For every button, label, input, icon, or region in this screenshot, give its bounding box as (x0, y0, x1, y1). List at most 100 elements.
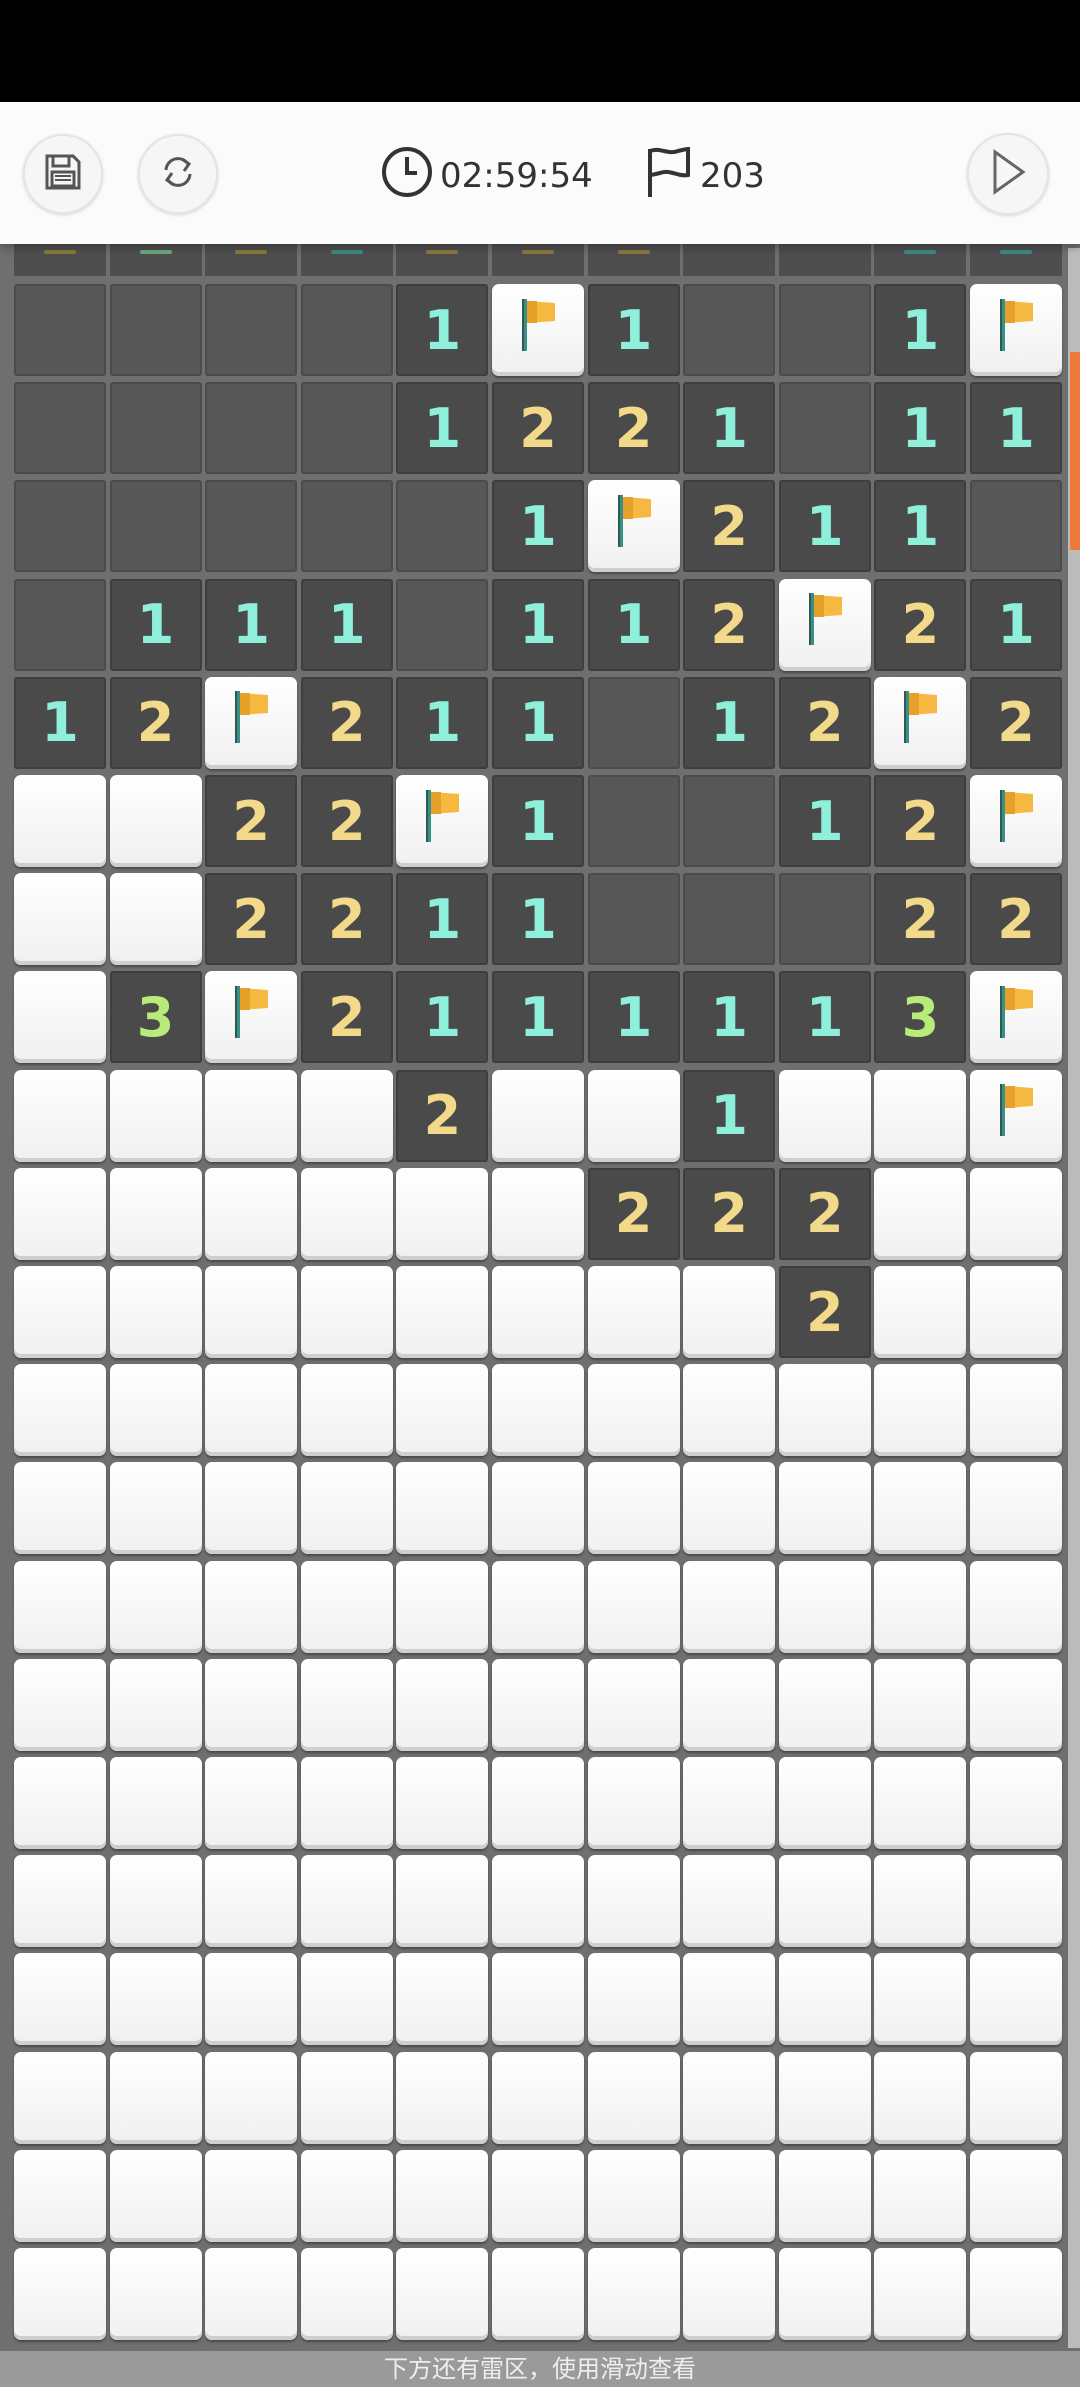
covered-cell[interactable] (492, 1560, 584, 1653)
covered-cell[interactable] (300, 1953, 393, 2046)
covered-cell[interactable] (205, 1757, 298, 1849)
number-cell[interactable]: 1 (492, 873, 584, 966)
number-cell[interactable]: 1 (874, 284, 967, 376)
unrevealed-cell[interactable] (683, 873, 776, 966)
number-cell[interactable]: 1 (683, 676, 776, 769)
covered-cell[interactable] (205, 2149, 298, 2242)
number-cell[interactable]: 1 (396, 284, 489, 376)
flagged-cell[interactable] (492, 284, 584, 376)
covered-cell[interactable] (109, 1364, 202, 1457)
covered-cell[interactable] (14, 1069, 106, 1162)
covered-cell[interactable] (683, 1560, 776, 1653)
unrevealed-cell[interactable] (300, 480, 393, 573)
covered-cell[interactable] (970, 2149, 1062, 2242)
covered-cell[interactable] (109, 2051, 202, 2144)
covered-cell[interactable] (396, 1855, 489, 1948)
covered-cell[interactable] (778, 1855, 871, 1948)
covered-cell[interactable] (778, 2051, 871, 2144)
covered-cell[interactable] (205, 1658, 298, 1751)
covered-cell[interactable] (778, 1069, 871, 1162)
covered-cell[interactable] (300, 1167, 393, 1260)
covered-cell[interactable] (874, 1560, 967, 1653)
covered-cell[interactable] (874, 1266, 967, 1358)
covered-cell[interactable] (14, 1462, 106, 1555)
covered-cell[interactable] (205, 1560, 298, 1653)
covered-cell[interactable] (396, 2051, 489, 2144)
number-cell[interactable]: 1 (778, 480, 871, 573)
number-cell[interactable]: 2 (205, 873, 298, 966)
unrevealed-cell[interactable] (300, 382, 393, 475)
covered-cell[interactable] (492, 1855, 584, 1948)
unrevealed-cell[interactable] (778, 873, 871, 966)
number-cell[interactable]: 2 (300, 775, 393, 867)
number-cell[interactable]: 2 (778, 1167, 871, 1260)
flagged-cell[interactable] (587, 480, 680, 573)
covered-cell[interactable] (205, 1167, 298, 1260)
flagged-cell[interactable] (205, 971, 298, 1064)
covered-cell[interactable] (14, 1167, 106, 1260)
covered-cell[interactable] (683, 2149, 776, 2242)
covered-cell[interactable] (109, 1855, 202, 1948)
number-cell[interactable]: 1 (683, 382, 776, 475)
save-button[interactable] (23, 134, 103, 214)
covered-cell[interactable] (492, 1266, 584, 1358)
covered-cell[interactable] (109, 775, 202, 867)
covered-cell[interactable] (683, 1855, 776, 1948)
covered-cell[interactable] (14, 2149, 106, 2242)
covered-cell[interactable] (874, 2248, 967, 2340)
number-cell[interactable]: 2 (683, 578, 776, 671)
number-cell[interactable]: 1 (300, 578, 393, 671)
covered-cell[interactable] (970, 1757, 1062, 1849)
unrevealed-cell[interactable] (396, 480, 489, 573)
covered-cell[interactable] (492, 1069, 584, 1162)
number-cell[interactable]: 2 (300, 971, 393, 1064)
number-cell[interactable]: 2 (396, 1069, 489, 1162)
number-cell[interactable]: 1 (874, 382, 967, 475)
covered-cell[interactable] (874, 2149, 967, 2242)
covered-cell[interactable] (587, 1069, 680, 1162)
number-cell[interactable]: 2 (970, 676, 1062, 769)
number-cell[interactable]: 3 (874, 971, 967, 1064)
unrevealed-cell[interactable] (587, 775, 680, 867)
number-cell[interactable]: 1 (109, 578, 202, 671)
covered-cell[interactable] (778, 1364, 871, 1457)
covered-cell[interactable] (874, 1658, 967, 1751)
covered-cell[interactable] (109, 2248, 202, 2340)
covered-cell[interactable] (970, 2248, 1062, 2340)
covered-cell[interactable] (109, 1266, 202, 1358)
unrevealed-cell[interactable] (109, 480, 202, 573)
covered-cell[interactable] (205, 1266, 298, 1358)
number-cell[interactable]: 1 (492, 480, 584, 573)
covered-cell[interactable] (492, 2248, 584, 2340)
covered-cell[interactable] (778, 1953, 871, 2046)
play-button[interactable] (967, 133, 1049, 215)
number-cell[interactable]: 1 (205, 578, 298, 671)
covered-cell[interactable] (874, 1757, 967, 1849)
covered-cell[interactable] (300, 2149, 393, 2242)
number-cell[interactable]: 1 (778, 775, 871, 867)
covered-cell[interactable] (778, 1658, 871, 1751)
unrevealed-cell[interactable] (205, 284, 298, 376)
flagged-cell[interactable] (970, 971, 1062, 1064)
covered-cell[interactable] (683, 1757, 776, 1849)
covered-cell[interactable] (587, 1266, 680, 1358)
covered-cell[interactable] (14, 775, 106, 867)
number-cell[interactable]: 1 (587, 578, 680, 671)
number-cell[interactable]: 1 (396, 676, 489, 769)
covered-cell[interactable] (396, 1953, 489, 2046)
number-cell[interactable]: 1 (778, 971, 871, 1064)
unrevealed-cell[interactable] (14, 284, 106, 376)
number-cell[interactable]: 1 (492, 578, 584, 671)
number-cell[interactable]: 2 (970, 873, 1062, 966)
unrevealed-cell[interactable] (778, 284, 871, 376)
number-cell[interactable]: 1 (874, 480, 967, 573)
covered-cell[interactable] (14, 1757, 106, 1849)
number-cell[interactable]: 1 (683, 971, 776, 1064)
number-cell[interactable]: 2 (587, 382, 680, 475)
covered-cell[interactable] (14, 2051, 106, 2144)
covered-cell[interactable] (300, 1855, 393, 1948)
covered-cell[interactable] (14, 1364, 106, 1457)
covered-cell[interactable] (396, 1167, 489, 1260)
scrollbar-thumb[interactable] (1070, 352, 1080, 550)
flagged-cell[interactable] (970, 1069, 1062, 1162)
